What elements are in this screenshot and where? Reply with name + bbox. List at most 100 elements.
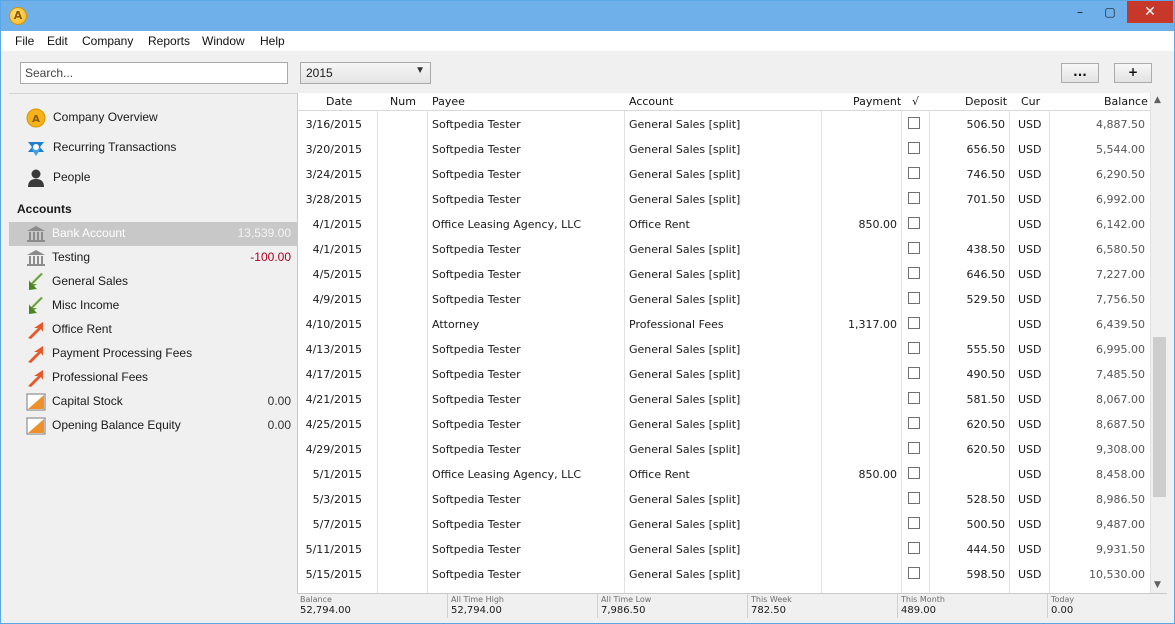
table-row[interactable]: 3/20/2015 Softpedia Tester General Sales […: [298, 137, 1167, 162]
table-row[interactable]: 3/16/2015 Softpedia Tester General Sales […: [298, 112, 1167, 137]
column-header-payment[interactable]: Payment: [853, 95, 901, 108]
table-row[interactable]: 3/24/2015 Softpedia Tester General Sales […: [298, 162, 1167, 187]
cleared-checkbox[interactable]: [908, 542, 920, 554]
close-button[interactable]: ✕: [1127, 1, 1173, 23]
cell-account: General Sales [split]: [629, 293, 741, 306]
cleared-checkbox[interactable]: [908, 342, 920, 354]
table-row[interactable]: 4/1/2015 Softpedia Tester General Sales [s…: [298, 237, 1167, 262]
account-payment-processing-fees[interactable]: Payment Processing Fees: [9, 342, 297, 366]
cell-account: Office Rent: [629, 218, 690, 231]
minimize-button[interactable]: –: [1065, 1, 1095, 23]
sidebar-item-company-overview[interactable]: A Company Overview: [9, 106, 297, 130]
cleared-checkbox[interactable]: [908, 292, 920, 304]
cell-account: General Sales [split]: [629, 393, 741, 406]
cell-deposit: 555.50: [966, 343, 1006, 356]
cleared-checkbox[interactable]: [908, 242, 920, 254]
table-row[interactable]: 5/11/2015 Softpedia Tester General Sales […: [298, 537, 1167, 562]
cleared-checkbox[interactable]: [908, 217, 920, 229]
sidebar-item-people[interactable]: People: [9, 166, 297, 190]
cell-deposit: 620.50: [966, 418, 1006, 431]
account-misc-income[interactable]: Misc Income: [9, 294, 297, 318]
table-row[interactable]: 4/9/2015 Softpedia Tester General Sales [s…: [298, 287, 1167, 312]
scroll-up-icon[interactable]: ▲: [1154, 95, 1161, 105]
column-header-deposit[interactable]: Deposit: [965, 95, 1007, 108]
table-row[interactable]: 4/13/2015 Softpedia Tester General Sales […: [298, 337, 1167, 362]
cell-currency: USD: [1018, 493, 1042, 506]
table-row[interactable]: 4/10/2015 Attorney Professional Fees 1,317.…: [298, 312, 1167, 337]
table-row[interactable]: 4/25/2015 Softpedia Tester General Sales […: [298, 412, 1167, 437]
cleared-checkbox[interactable]: [908, 367, 920, 379]
table-row[interactable]: 5/7/2015 Softpedia Tester General Sales [s…: [298, 512, 1167, 537]
account-balance: 13,539.00: [237, 226, 291, 240]
account-opening-balance-equity[interactable]: Opening Balance Equity 0.00: [9, 414, 297, 438]
register-scrollbar[interactable]: ▲ ▼: [1150, 93, 1167, 593]
year-select[interactable]: 2015 ▼: [300, 62, 431, 84]
cleared-checkbox[interactable]: [908, 467, 920, 479]
cell-currency: USD: [1018, 343, 1042, 356]
menu-edit[interactable]: Edit: [47, 34, 68, 48]
account-general-sales[interactable]: General Sales: [9, 270, 297, 294]
cell-date: 4/13/2015: [305, 343, 362, 356]
cleared-checkbox[interactable]: [908, 317, 920, 329]
menu-reports[interactable]: Reports: [148, 34, 190, 48]
account-professional-fees[interactable]: Professional Fees: [9, 366, 297, 390]
cleared-checkbox[interactable]: [908, 567, 920, 579]
cell-deposit: 620.50: [966, 443, 1006, 456]
account-bank-account[interactable]: Bank Account 13,539.00: [9, 222, 297, 246]
more-options-button[interactable]: ...: [1061, 63, 1099, 83]
menu-window[interactable]: Window: [202, 34, 245, 48]
table-row[interactable]: 5/15/2015 Softpedia Tester General Sales […: [298, 562, 1167, 587]
table-row[interactable]: 4/17/2015 Softpedia Tester General Sales […: [298, 362, 1167, 387]
stat-value: 7,986.50: [601, 605, 646, 616]
scroll-down-icon[interactable]: ▼: [1154, 580, 1161, 590]
table-row[interactable]: 4/29/2015 Softpedia Tester General Sales […: [298, 437, 1167, 462]
cell-payee: Softpedia Tester: [432, 443, 521, 456]
table-row[interactable]: 3/28/2015 Softpedia Tester General Sales […: [298, 187, 1167, 212]
account-testing[interactable]: Testing -100.00: [9, 246, 297, 270]
cleared-checkbox[interactable]: [908, 392, 920, 404]
maximize-button[interactable]: ▢: [1095, 1, 1125, 23]
table-row[interactable]: 5/3/2015 Softpedia Tester General Sales [s…: [298, 487, 1167, 512]
table-row[interactable]: 5/1/2015 Office Leasing Agency, LLC Office…: [298, 462, 1167, 487]
menu-file[interactable]: File: [15, 34, 34, 48]
menu-company[interactable]: Company: [82, 34, 133, 48]
recurring-icon: [28, 142, 44, 156]
cell-account: General Sales [split]: [629, 268, 741, 281]
company-icon: A: [26, 108, 46, 128]
cleared-checkbox[interactable]: [908, 117, 920, 129]
cleared-checkbox[interactable]: [908, 417, 920, 429]
sidebar-item-recurring-transactions[interactable]: Recurring Transactions: [9, 136, 297, 160]
column-header-date[interactable]: Date: [326, 95, 352, 108]
column-header-currency[interactable]: Cur: [1021, 95, 1040, 108]
cleared-checkbox[interactable]: [908, 492, 920, 504]
cleared-checkbox[interactable]: [908, 517, 920, 529]
cleared-checkbox[interactable]: [908, 267, 920, 279]
menu-help[interactable]: Help: [260, 34, 285, 48]
account-office-rent[interactable]: Office Rent: [9, 318, 297, 342]
cell-currency: USD: [1018, 193, 1042, 206]
cell-date: 4/10/2015: [305, 318, 362, 331]
table-row[interactable]: 4/5/2015 Softpedia Tester General Sales [s…: [298, 262, 1167, 287]
column-header-balance[interactable]: Balance: [1104, 95, 1148, 108]
table-row[interactable]: 4/1/2015 Office Leasing Agency, LLC Office…: [298, 212, 1167, 237]
cell-account: General Sales [split]: [629, 118, 741, 131]
cell-deposit: 581.50: [966, 393, 1006, 406]
scroll-thumb[interactable]: [1153, 337, 1166, 497]
cell-deposit: 444.50: [966, 543, 1006, 556]
column-header-cleared[interactable]: √: [912, 95, 919, 108]
cell-payee: Softpedia Tester: [432, 418, 521, 431]
cell-date: 4/5/2015: [312, 268, 362, 281]
cleared-checkbox[interactable]: [908, 192, 920, 204]
column-header-account[interactable]: Account: [629, 95, 673, 108]
column-header-payee[interactable]: Payee: [432, 95, 465, 108]
table-row[interactable]: 4/21/2015 Softpedia Tester General Sales […: [298, 387, 1167, 412]
cleared-checkbox[interactable]: [908, 167, 920, 179]
cleared-checkbox[interactable]: [908, 142, 920, 154]
cleared-checkbox[interactable]: [908, 442, 920, 454]
account-capital-stock[interactable]: Capital Stock 0.00: [9, 390, 297, 414]
add-transaction-button[interactable]: +: [1114, 63, 1152, 83]
title-bar[interactable]: A – ▢ ✕: [1, 1, 1174, 31]
column-header-num[interactable]: Num: [390, 95, 416, 108]
cell-deposit: 528.50: [966, 493, 1006, 506]
search-input[interactable]: [20, 62, 288, 84]
